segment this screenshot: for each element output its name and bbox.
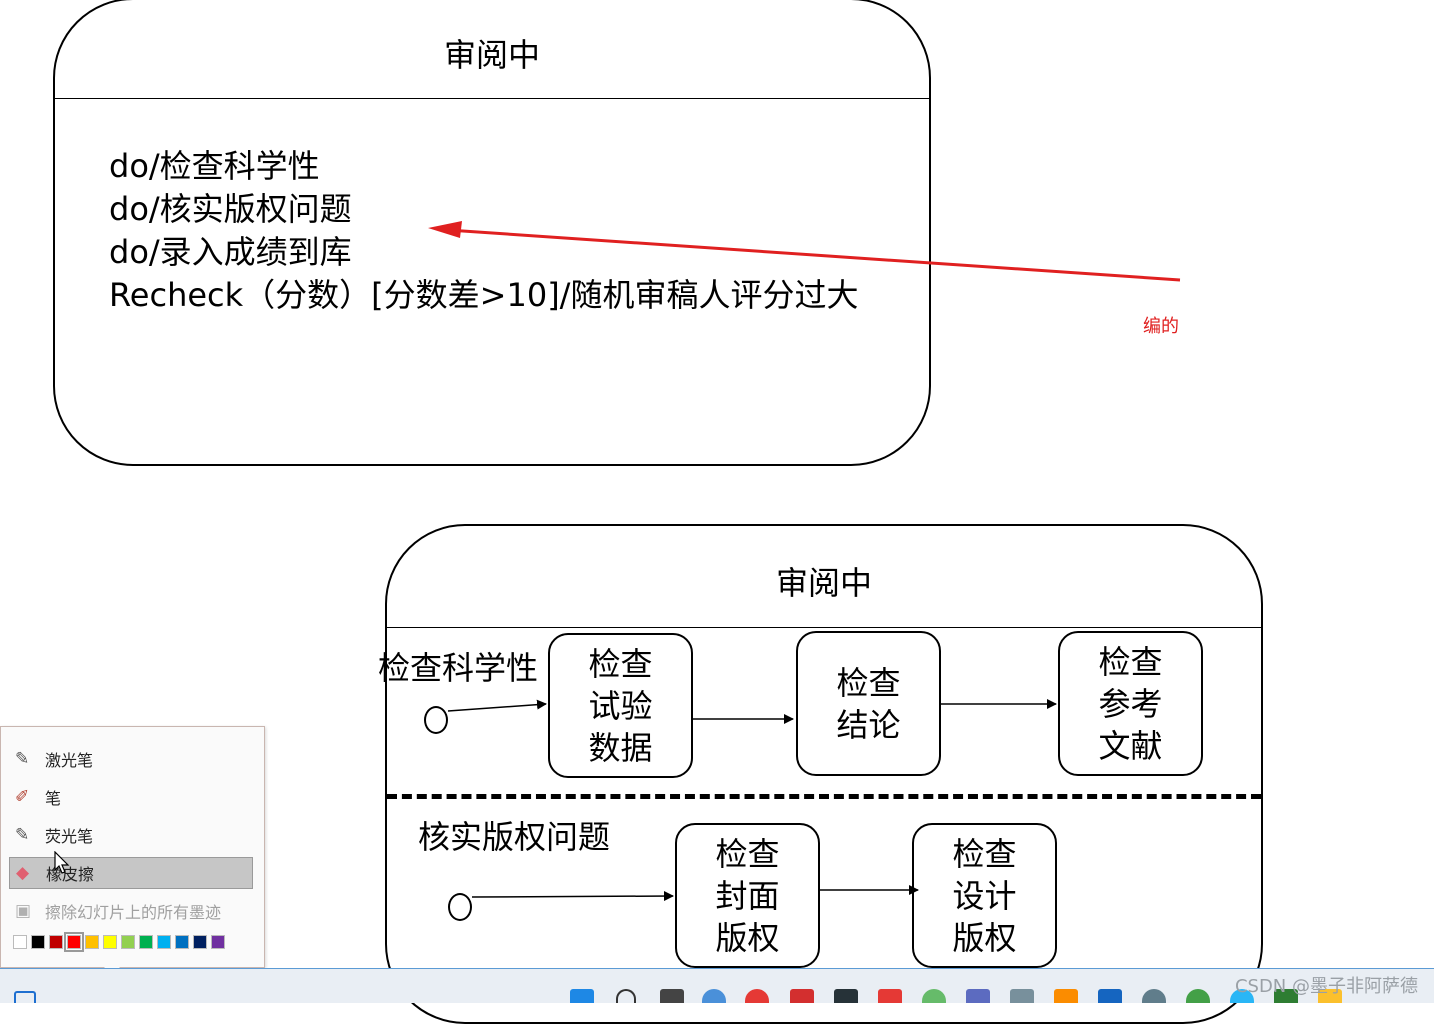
color-swatch[interactable]: [64, 932, 84, 952]
color-swatch[interactable]: [85, 935, 99, 949]
color-swatches: [13, 932, 225, 952]
eraser-icon: ◆: [16, 863, 30, 883]
highlighter-icon: ✎: [15, 825, 30, 845]
menu-item-erase-all[interactable]: ▣ 擦除幻灯片上的所有墨迹: [9, 895, 253, 927]
app-icon[interactable]: [922, 989, 946, 1003]
color-swatch[interactable]: [193, 935, 207, 949]
menu-item-eraser[interactable]: ◆ 橡皮擦: [9, 857, 253, 889]
app-icon[interactable]: [966, 989, 990, 1003]
watermark: CSDN @墨子非阿萨德: [1234, 976, 1418, 997]
color-swatch[interactable]: [13, 935, 27, 949]
start-icon[interactable]: [570, 989, 594, 1003]
task-view-icon[interactable]: [660, 989, 684, 1003]
chrome-icon[interactable]: [745, 989, 769, 1003]
laser-pointer-icon: ✎: [15, 749, 30, 769]
settings-icon[interactable]: [1142, 989, 1166, 1003]
menu-item-highlighter[interactable]: ✎ 荧光笔: [9, 819, 253, 851]
search-icon[interactable]: [616, 989, 636, 1003]
app-icon[interactable]: [790, 989, 814, 1003]
color-swatch[interactable]: [121, 935, 135, 949]
color-swatch[interactable]: [103, 935, 117, 949]
app-icon[interactable]: [1186, 989, 1210, 1003]
calculator-icon[interactable]: [1010, 989, 1034, 1003]
app-icon[interactable]: [878, 989, 902, 1003]
app-icon[interactable]: [702, 989, 726, 1003]
app-icon[interactable]: [834, 989, 858, 1003]
menu-item-pen[interactable]: ✐ 笔: [9, 781, 253, 813]
transition-init1-data: [447, 699, 547, 712]
menu-item-laser[interactable]: ✎ 激光笔: [9, 743, 253, 775]
app-icon[interactable]: [1054, 989, 1078, 1003]
transition-init2-cover: [471, 891, 674, 902]
color-swatch[interactable]: [175, 935, 189, 949]
pen-icon: ✐: [15, 787, 30, 807]
mouse-cursor-icon: [54, 851, 70, 874]
ink-tools-menu: ✎ 激光笔 ✐ 笔 ✎ 荧光笔 ◆ 橡皮擦 ▣ 擦除幻灯片上的所有墨迹: [0, 726, 265, 968]
window-icon[interactable]: [14, 991, 36, 1003]
color-swatch[interactable]: [211, 935, 225, 949]
color-swatch[interactable]: [49, 935, 63, 949]
color-swatch[interactable]: [157, 935, 171, 949]
taskbar: [0, 968, 1434, 1003]
erase-all-icon: ▣: [15, 901, 32, 921]
color-swatch[interactable]: [31, 935, 45, 949]
word-icon[interactable]: [1098, 989, 1122, 1003]
color-swatch[interactable]: [139, 935, 153, 949]
